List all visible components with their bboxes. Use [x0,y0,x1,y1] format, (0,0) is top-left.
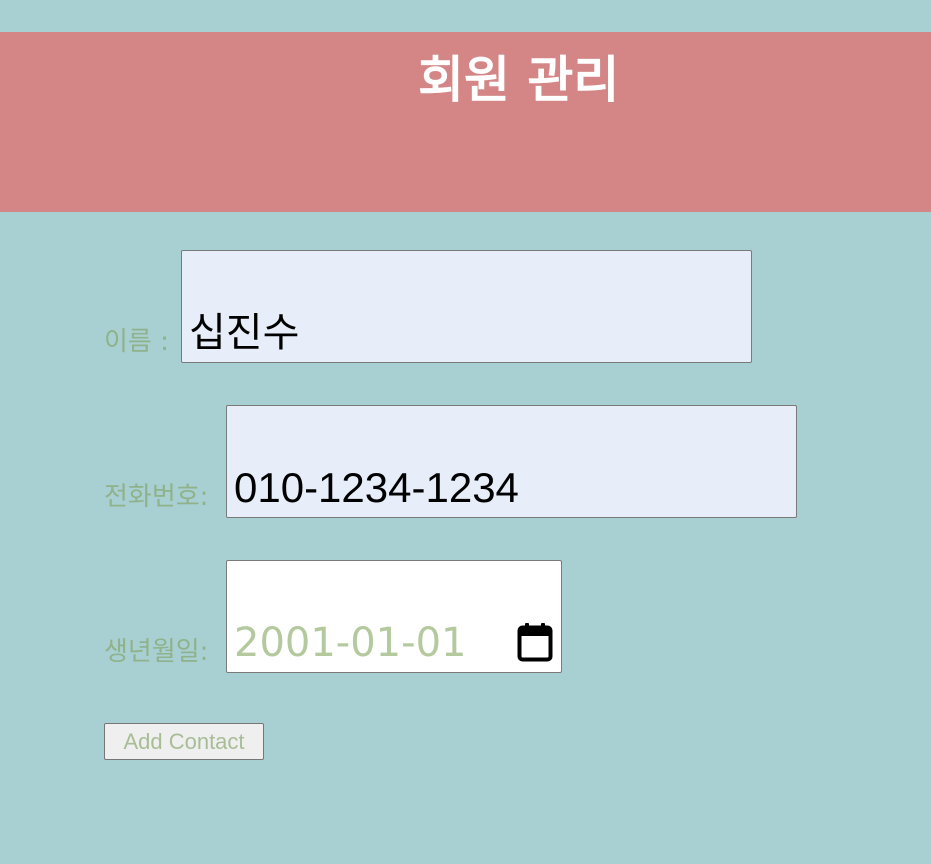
phone-input-value: 010-1234-1234 [234,464,519,511]
name-label: 이름 : [104,327,169,357]
birthdate-row: 생년월일: 2001-01-01 [104,560,562,673]
add-contact-button[interactable]: Add Contact [104,723,264,760]
birthdate-input-value: 2001-01-01 [234,620,467,666]
name-row: 이름 : 십진수 [104,250,752,363]
page-title: 회원 관리 [418,51,620,109]
phone-input[interactable]: 010-1234-1234 [226,405,797,518]
phone-label: 전화번호: [104,482,209,512]
name-input[interactable]: 십진수 [181,250,752,363]
name-input-value: 십진수 [189,310,300,356]
birthdate-input[interactable]: 2001-01-01 [226,560,562,673]
birthdate-label: 생년월일: [104,637,209,667]
page-header: 회원 관리 [0,32,931,212]
phone-row: 전화번호: 010-1234-1234 [104,405,797,518]
calendar-icon[interactable] [517,622,553,662]
